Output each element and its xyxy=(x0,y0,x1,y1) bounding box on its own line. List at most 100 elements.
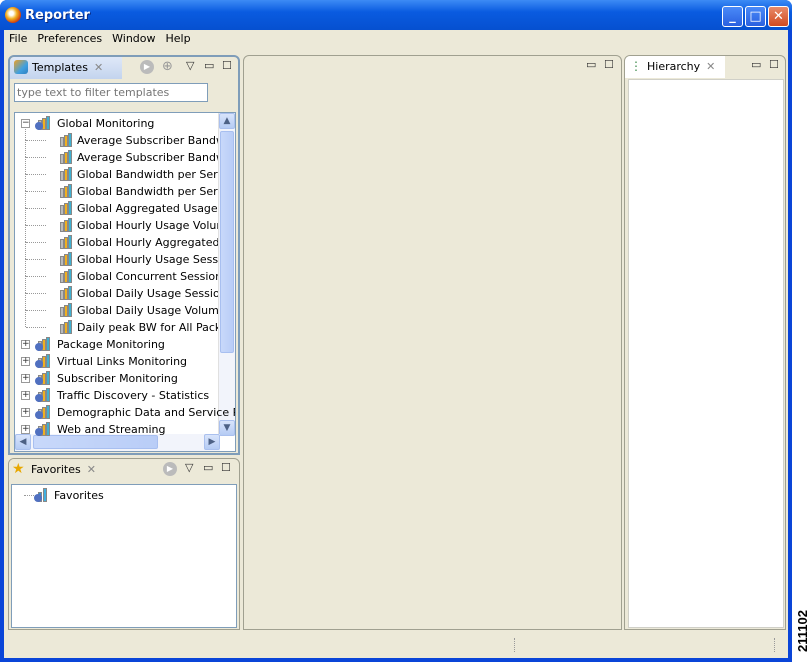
tree-item-label: Global Hourly Aggregated Mir xyxy=(77,236,236,249)
minimize-view-icon[interactable]: ▭ xyxy=(586,58,596,71)
report-icon xyxy=(57,150,73,164)
run-icon[interactable]: ▶ xyxy=(140,60,154,74)
scroll-thumb[interactable] xyxy=(220,131,234,353)
tree-item-label: Global Hourly Usage Volume p xyxy=(77,219,236,232)
templates-tree: Daily peak BW for All Package Global Dail… xyxy=(14,112,236,452)
add-template-icon[interactable]: ⊕ xyxy=(162,59,173,74)
hierarchy-content xyxy=(628,79,784,628)
minimize-button[interactable]: _ xyxy=(722,6,743,27)
hierarchy-icon: ⋮ xyxy=(630,59,642,73)
report-icon xyxy=(57,252,73,266)
vertical-scrollbar[interactable]: ▲ ▼ xyxy=(218,113,235,436)
tab-hierarchy[interactable]: ⋮ Hierarchy ✕ xyxy=(625,56,725,78)
scroll-down-button[interactable]: ▼ xyxy=(219,420,235,436)
minimize-view-icon[interactable]: ▭ xyxy=(204,59,214,72)
collapse-icon[interactable]: − xyxy=(21,119,30,128)
run-icon[interactable]: ▶ xyxy=(163,462,177,476)
report-icon xyxy=(57,201,73,215)
tree-item-label: Global Daily Usage Volume pe xyxy=(77,304,236,317)
tree-item-label: Average Subscriber Bandwidt xyxy=(77,134,236,147)
expand-icon[interactable]: + xyxy=(21,408,30,417)
templates-view: Templates ✕ ▶ ⊕ ▽ ▭ ☐ Daily peak BW for A… xyxy=(8,55,240,455)
status-divider xyxy=(774,638,775,652)
close-tab-icon[interactable]: ✕ xyxy=(87,463,96,476)
report-group-icon xyxy=(34,488,50,502)
favorites-tab-label: Favorites xyxy=(31,463,81,476)
view-menu-icon[interactable]: ▽ xyxy=(185,461,193,474)
report-group-icon xyxy=(35,116,51,130)
menu-help[interactable]: Help xyxy=(161,30,196,45)
minimize-view-icon[interactable]: ▭ xyxy=(203,461,213,474)
window-title: Reporter xyxy=(25,8,90,23)
tree-item-label: Global Concurrent Sessions p xyxy=(77,270,236,283)
favorites-item-label: Favorites xyxy=(54,489,104,502)
scroll-right-button[interactable]: ▶ xyxy=(204,434,220,450)
tree-group-label: Web and Streaming xyxy=(57,423,166,436)
report-group-icon xyxy=(35,422,51,436)
title-bar: Reporter _ □ ✕ xyxy=(0,0,792,30)
menu-file[interactable]: File xyxy=(4,30,32,45)
status-divider xyxy=(514,638,515,652)
report-icon xyxy=(57,167,73,181)
status-bar xyxy=(4,632,788,656)
expand-icon[interactable]: + xyxy=(21,391,30,400)
tree-group-label: Subscriber Monitoring xyxy=(57,372,178,385)
scroll-left-button[interactable]: ◀ xyxy=(15,434,31,450)
tree-group-label: Virtual Links Monitoring xyxy=(57,355,188,368)
workbench: File Preferences Window Help Templates ✕ ▶ ⊕… xyxy=(4,30,788,658)
report-icon xyxy=(57,218,73,232)
report-icon xyxy=(57,303,73,317)
close-tab-icon[interactable]: ✕ xyxy=(94,61,103,74)
template-filter-input[interactable] xyxy=(14,83,208,102)
report-group-icon xyxy=(35,337,51,351)
tree-group-label: Traffic Discovery - Statistics xyxy=(57,389,210,402)
report-group-icon xyxy=(35,371,51,385)
report-group-icon xyxy=(35,405,51,419)
close-button[interactable]: ✕ xyxy=(768,6,789,27)
report-icon xyxy=(57,133,73,147)
report-icon xyxy=(57,286,73,300)
editor-area: ▭ ☐ xyxy=(243,55,622,630)
expand-icon[interactable]: + xyxy=(21,340,30,349)
expand-icon[interactable]: + xyxy=(21,425,30,434)
report-icon xyxy=(57,320,73,334)
templates-icon xyxy=(14,60,28,74)
maximize-view-icon[interactable]: ☐ xyxy=(604,58,614,71)
expand-icon[interactable]: + xyxy=(21,374,30,383)
hierarchy-view: ⋮ Hierarchy ✕ ▭ ☐ xyxy=(624,55,786,630)
view-menu-icon[interactable]: ▽ xyxy=(186,59,194,72)
report-icon xyxy=(57,269,73,283)
app-icon xyxy=(5,7,21,23)
tree-group-label: Demographic Data and Service Pc xyxy=(57,406,236,419)
maximize-view-icon[interactable]: ☐ xyxy=(222,59,232,72)
tree-group-label: Package Monitoring xyxy=(57,338,165,351)
hierarchy-tab-label: Hierarchy xyxy=(647,60,701,73)
tab-favorites[interactable]: ★ Favorites ✕ xyxy=(9,459,109,481)
star-icon: ★ xyxy=(12,461,25,477)
favorites-tree: Favorites xyxy=(11,484,237,628)
tree-item-label: Global Bandwidth per Service xyxy=(77,168,236,181)
scroll-up-button[interactable]: ▲ xyxy=(219,113,235,129)
menu-bar: File Preferences Window Help xyxy=(4,30,788,48)
tree-group-label: Global Monitoring xyxy=(57,117,155,130)
report-group-icon xyxy=(35,388,51,402)
expand-icon[interactable]: + xyxy=(21,357,30,366)
app-window: Reporter _ □ ✕ File Preferences Window Help… xyxy=(0,0,792,662)
maximize-button[interactable]: □ xyxy=(745,6,766,27)
minimize-view-icon[interactable]: ▭ xyxy=(751,58,761,71)
report-icon xyxy=(57,235,73,249)
tree-item-label: Global Bandwidth per Service xyxy=(77,185,236,198)
tab-templates[interactable]: Templates ✕ xyxy=(10,57,122,79)
tree-item-label: Daily peak BW for All Package xyxy=(77,321,236,334)
tree-item-label: Average Subscriber Bandwidt xyxy=(77,151,236,164)
menu-window[interactable]: Window xyxy=(107,30,160,45)
tree-item-label: Global Aggregated Usage Vol xyxy=(77,202,236,215)
favorites-view: ★ Favorites ✕ ▶ ▽ ▭ ☐ Favorites xyxy=(8,458,240,630)
menu-preferences[interactable]: Preferences xyxy=(32,30,107,45)
close-tab-icon[interactable]: ✕ xyxy=(706,60,715,73)
templates-tab-label: Templates xyxy=(32,61,88,74)
tree-item-label: Global Hourly Usage Sessions xyxy=(77,253,236,266)
maximize-view-icon[interactable]: ☐ xyxy=(221,461,231,474)
report-group-icon xyxy=(35,354,51,368)
maximize-view-icon[interactable]: ☐ xyxy=(769,58,779,71)
